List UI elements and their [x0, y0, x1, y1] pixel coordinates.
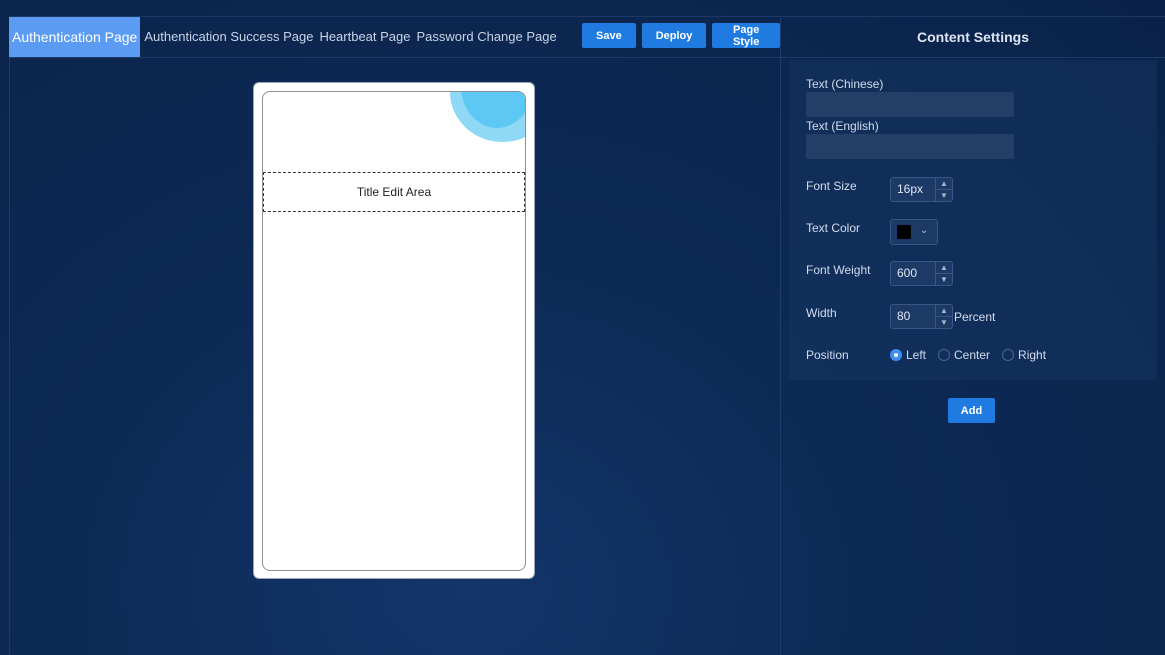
chevron-up-icon[interactable]: ▲	[936, 262, 952, 273]
deploy-button[interactable]: Deploy	[641, 23, 707, 48]
width-controls: ▲ ▼	[935, 305, 952, 328]
tab-heartbeat-page[interactable]: Heartbeat Page	[317, 17, 412, 57]
text-english-label: Text (English)	[806, 119, 879, 133]
text-chinese-label: Text (Chinese)	[806, 77, 884, 91]
chevron-up-icon[interactable]: ▲	[936, 305, 952, 316]
chevron-down-icon[interactable]: ▼	[936, 316, 952, 328]
width-label: Width	[806, 306, 837, 320]
top-bar: Authentication Page Authentication Succe…	[9, 17, 780, 58]
text-color-picker[interactable]: ⌄	[890, 219, 938, 245]
width-unit: Percent	[954, 310, 996, 324]
font-weight-stepper[interactable]: 600 ▲ ▼	[890, 261, 953, 286]
text-english-input[interactable]	[806, 134, 1014, 159]
save-button[interactable]: Save	[582, 23, 636, 48]
position-left-label: Left	[906, 348, 927, 362]
font-size-stepper[interactable]: 16px ▲ ▼	[890, 177, 953, 202]
position-label: Position	[806, 348, 849, 362]
width-value[interactable]: 80	[891, 305, 935, 328]
chevron-up-icon[interactable]: ▲	[936, 178, 952, 189]
page-style-button[interactable]: Page Style	[712, 23, 780, 48]
tab-authentication-success-page[interactable]: Authentication Success Page	[142, 17, 315, 57]
font-size-value[interactable]: 16px	[891, 178, 935, 201]
page-tabs: Authentication Page Authentication Succe…	[9, 17, 559, 57]
font-weight-controls: ▲ ▼	[935, 262, 952, 285]
chevron-down-icon: ⌄	[920, 225, 929, 236]
position-center-label: Center	[954, 348, 991, 362]
phone-screen: Title Edit Area	[262, 91, 526, 571]
radio-icon	[1002, 349, 1015, 361]
panel-divider	[780, 17, 781, 655]
position-radio-group: Left Center Right	[890, 348, 1058, 362]
content-settings-header: Content Settings	[781, 17, 1165, 58]
position-right-radio[interactable]: Right	[1002, 348, 1046, 362]
position-center-radio[interactable]: Center	[938, 348, 990, 362]
title-edit-area[interactable]: Title Edit Area	[263, 172, 525, 212]
width-stepper[interactable]: 80 ▲ ▼	[890, 304, 953, 329]
font-size-controls: ▲ ▼	[935, 178, 952, 201]
radio-icon	[938, 349, 951, 361]
color-swatch	[897, 225, 911, 239]
position-left-radio[interactable]: Left	[890, 348, 926, 362]
font-weight-value[interactable]: 600	[891, 262, 935, 285]
title-edit-area-label: Title Edit Area	[356, 185, 432, 199]
tab-password-change-page[interactable]: Password Change Page	[415, 17, 559, 57]
font-weight-label: Font Weight	[806, 263, 871, 277]
add-button[interactable]: Add	[948, 398, 995, 423]
text-color-label: Text Color	[806, 221, 861, 235]
toolbar-actions: Save Deploy Page Style	[582, 23, 780, 48]
chevron-down-icon[interactable]: ▼	[936, 273, 952, 285]
tab-authentication-page[interactable]: Authentication Page	[9, 17, 141, 57]
chevron-down-icon[interactable]: ▼	[936, 189, 952, 201]
phone-preview: Title Edit Area	[253, 82, 535, 579]
text-chinese-input[interactable]	[806, 92, 1014, 117]
position-right-label: Right	[1018, 348, 1047, 362]
radio-selected-icon	[890, 349, 902, 361]
font-size-label: Font Size	[806, 179, 857, 193]
